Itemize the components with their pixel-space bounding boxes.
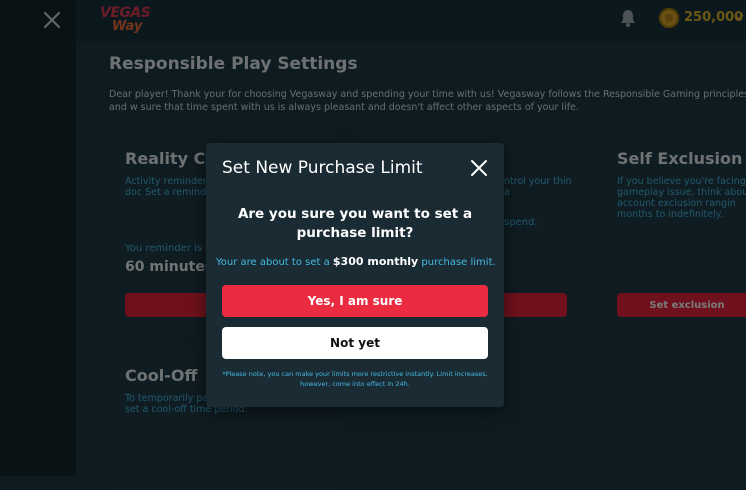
- sidebar: [0, 0, 76, 476]
- modal-title: Set New Purchase Limit: [222, 158, 423, 178]
- close-icon[interactable]: [41, 9, 63, 31]
- card-self-exclusion: Self Exclusion If you believe you're fac…: [601, 133, 746, 332]
- info-prefix: Your are about to set a: [216, 257, 330, 268]
- intro-text: Dear player! Thank your for choosing Veg…: [109, 89, 746, 113]
- card-title: Reality Ch: [125, 149, 217, 168]
- modal-info: Your are about to set a $300 monthly pur…: [216, 255, 496, 268]
- card-title: Cool-Off: [125, 366, 198, 385]
- set-exclusion-button[interactable]: Set exclusion: [617, 293, 746, 317]
- purchase-limit-modal: Set New Purchase Limit Are you sure you …: [206, 143, 504, 407]
- modal-question: Are you sure you want to set a purchase …: [237, 206, 473, 241]
- close-icon[interactable]: [469, 158, 489, 178]
- card-description: If you believe you're facing a gameplay …: [617, 176, 746, 220]
- card-status: spend.: [504, 217, 538, 228]
- card-value: 60 minutes: [125, 259, 214, 275]
- coin-icon: [659, 8, 679, 28]
- info-suffix: purchase limit.: [421, 257, 496, 268]
- page-title: Responsible Play Settings: [109, 54, 358, 74]
- chevron-down-icon[interactable]: [734, 12, 744, 22]
- cancel-button[interactable]: Not yet: [222, 327, 488, 359]
- top-bar: [76, 0, 746, 42]
- modal-note: *Please note, you can make your limits m…: [222, 370, 488, 388]
- limit-amount: $300 monthly: [332, 255, 419, 268]
- card-title: Self Exclusion: [617, 149, 743, 168]
- confirm-button[interactable]: Yes, I am sure: [222, 285, 488, 317]
- bell-icon[interactable]: [618, 8, 638, 28]
- card-description: ntrol your thin a: [504, 176, 572, 198]
- logo[interactable]: VEGAS Way: [100, 5, 160, 35]
- card-status: You reminder is s: [125, 243, 211, 254]
- logo-subtext: Way: [112, 19, 143, 34]
